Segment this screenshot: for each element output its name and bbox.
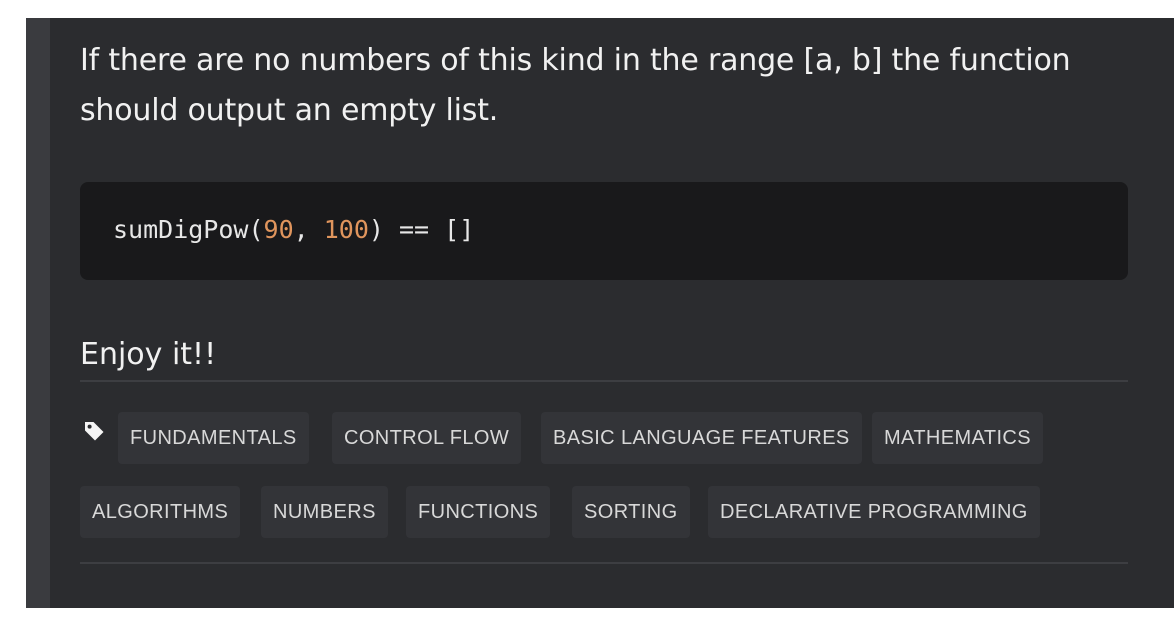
tag-mathematics[interactable]: MATHEMATICS [872, 412, 1043, 464]
code-example-block: sumDigPow(90, 100) == [] [80, 182, 1128, 280]
tag-icon [85, 422, 104, 441]
section-divider [80, 380, 1128, 382]
tags-section: FUNDAMENTALS CONTROL FLOW BASIC LANGUAGE… [80, 412, 1128, 542]
tag-sorting[interactable]: SORTING [572, 486, 690, 538]
closing-text: Enjoy it!! [80, 337, 217, 372]
code-number-90: 90 [263, 215, 294, 244]
section-divider-bottom [80, 562, 1128, 564]
tag-control-flow[interactable]: CONTROL FLOW [332, 412, 522, 464]
code-separator: , [293, 215, 324, 244]
panel-left-border [26, 18, 50, 608]
tag-basic-language-features[interactable]: BASIC LANGUAGE FEATURES [541, 412, 862, 464]
tag-numbers[interactable]: NUMBERS [261, 486, 388, 538]
code-number-100: 100 [323, 215, 369, 244]
tag-functions[interactable]: FUNCTIONS [406, 486, 551, 538]
tag-declarative-programming[interactable]: DECLARATIVE PROGRAMMING [708, 486, 1040, 538]
description-paragraph: If there are no numbers of this kind in … [80, 43, 1071, 128]
code-function-call: sumDigPow( [113, 215, 264, 244]
tag-algorithms[interactable]: ALGORITHMS [80, 486, 241, 538]
kata-description-panel: If there are no numbers of this kind in … [26, 18, 1174, 608]
tag-fundamentals[interactable]: FUNDAMENTALS [118, 412, 309, 464]
code-comparison: ) == [] [368, 215, 475, 244]
code-example-line: sumDigPow(90, 100) == [] [113, 213, 474, 247]
